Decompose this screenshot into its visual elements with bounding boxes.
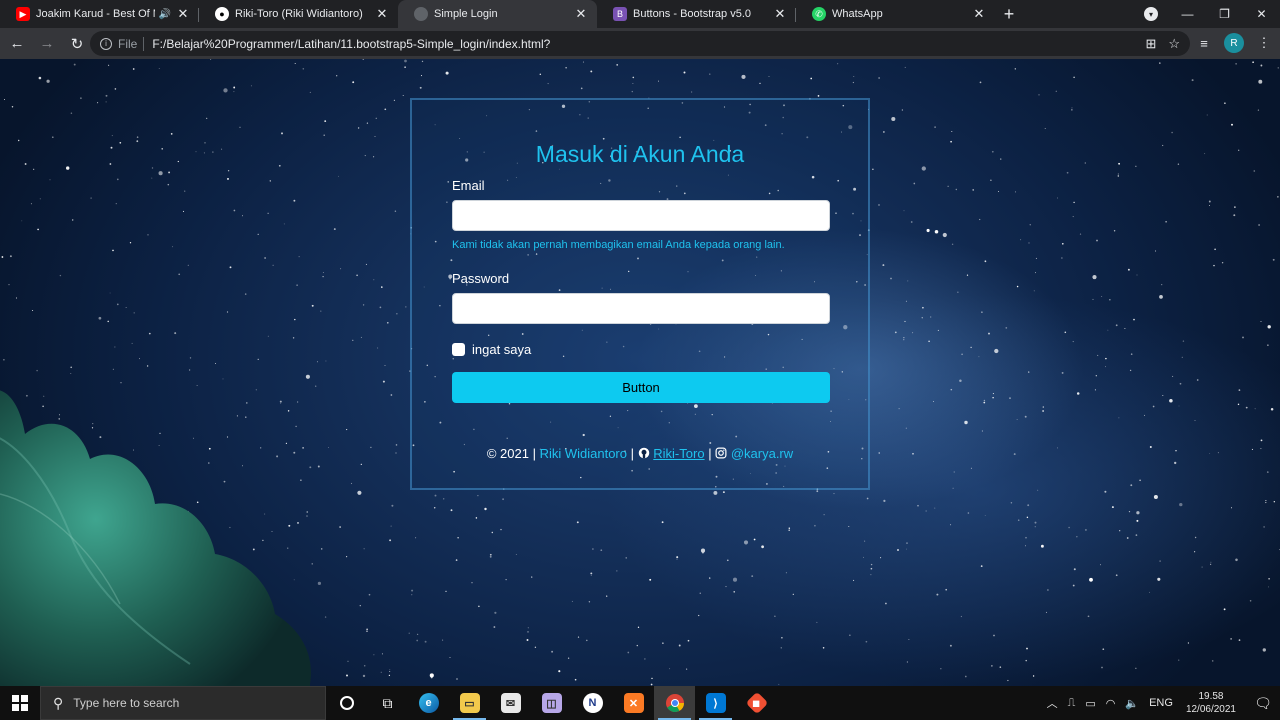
browser-tabstrip: ▶ Joakim Karud - Best Of Mix - 🔊 ✕ ● Rik… — [0, 0, 1280, 28]
app-icon[interactable]: N — [572, 686, 613, 720]
close-icon[interactable]: ✕ — [573, 6, 589, 22]
instagram-icon — [715, 447, 727, 459]
usb-icon[interactable]: ⎍ — [1068, 697, 1076, 710]
file-explorer-icon[interactable]: ▭ — [449, 686, 490, 720]
wifi-icon[interactable]: ◠ — [1106, 697, 1116, 710]
youtube-icon: ▶ — [16, 7, 30, 21]
close-icon[interactable]: ✕ — [772, 6, 788, 22]
new-tab-button[interactable]: + — [995, 0, 1023, 28]
tab-title: Simple Login — [434, 8, 498, 20]
chrome-icon[interactable] — [654, 686, 695, 720]
cortana-icon[interactable] — [326, 686, 367, 720]
browser-toolbar: ← → ↻ i File F:/Belajar%20Programmer/Lat… — [0, 28, 1280, 59]
start-button[interactable] — [0, 686, 40, 720]
password-label: Password — [452, 271, 510, 286]
media-control-icon[interactable]: ≡ — [1196, 36, 1212, 51]
page-title: Masuk di Akun Anda — [535, 141, 745, 167]
search-icon: ⚲ — [53, 694, 64, 711]
audio-icon[interactable]: 🔊 — [159, 9, 171, 20]
bookmark-star-icon[interactable]: ☆ — [1168, 36, 1180, 52]
mail-icon[interactable]: ✉ — [490, 686, 531, 720]
author-link[interactable]: Riki Widiantoro — [540, 446, 627, 461]
minimize-icon[interactable]: — — [1169, 0, 1206, 28]
git-icon[interactable]: ◆ — [736, 686, 777, 720]
tab-title: WhatsApp — [832, 8, 883, 20]
language-indicator[interactable]: ENG — [1149, 697, 1173, 709]
remember-checkbox[interactable] — [452, 343, 465, 356]
remember-label[interactable]: ingat saya — [472, 342, 531, 357]
tab-simple-login[interactable]: Simple Login ✕ — [398, 0, 597, 28]
vscode-icon[interactable]: ⟩ — [695, 686, 736, 720]
whatsapp-icon: ✆ — [812, 7, 826, 21]
bootstrap-icon: B — [613, 7, 627, 21]
github-icon: ● — [215, 7, 229, 21]
notification-icon[interactable]: 🗨 — [1246, 686, 1280, 720]
page-viewport: Masuk di Akun Anda Email Kami tidak akan… — [0, 59, 1280, 686]
globe-icon — [414, 7, 428, 21]
login-card: Masuk di Akun Anda Email Kami tidak akan… — [410, 98, 870, 490]
window-controls: — ❐ ✕ — [1169, 0, 1280, 28]
clock-time: 19.58 — [1198, 691, 1224, 702]
edge-icon[interactable]: e — [408, 686, 449, 720]
divider — [143, 36, 145, 51]
footer: © 2021 | Riki Widiantoro | Riki-Toro | @… — [412, 446, 868, 461]
forward-icon[interactable]: → — [34, 31, 60, 57]
tab-title: Riki-Toro (Riki Widiantoro) — [235, 8, 363, 20]
xampp-icon[interactable]: ✕ — [613, 686, 654, 720]
close-window-icon[interactable]: ✕ — [1243, 0, 1280, 28]
info-icon[interactable]: i — [100, 37, 112, 50]
tab-title: Joakim Karud - Best Of Mix - — [36, 8, 155, 20]
search-placeholder: Type here to search — [73, 696, 180, 710]
tab-youtube[interactable]: ▶ Joakim Karud - Best Of Mix - 🔊 ✕ — [0, 0, 199, 28]
github-link[interactable]: Riki-Toro — [653, 446, 704, 461]
url-text[interactable]: F:/Belajar%20Programmer/Latihan/11.boots… — [152, 37, 550, 51]
maximize-icon[interactable]: ❐ — [1206, 0, 1243, 28]
email-field[interactable] — [452, 200, 830, 231]
scheme-label: File — [118, 36, 138, 51]
email-label: Email — [452, 178, 485, 193]
windows-icon — [12, 695, 28, 711]
translate-icon[interactable]: ⊞ — [1145, 36, 1156, 52]
address-bar[interactable]: i File F:/Belajar%20Programmer/Latihan/1… — [90, 31, 1190, 56]
password-field[interactable] — [452, 293, 830, 324]
reload-icon[interactable]: ↻ — [64, 31, 90, 57]
footer-separator: | — [630, 446, 635, 461]
close-icon[interactable]: ✕ — [175, 6, 191, 22]
avatar[interactable]: R — [1224, 33, 1244, 53]
photos-icon[interactable]: ◫ — [531, 686, 572, 720]
battery-icon[interactable]: ▭ — [1085, 697, 1095, 710]
volume-icon[interactable]: 🔈 — [1125, 697, 1139, 710]
clock-date: 12/06/2021 — [1185, 704, 1236, 715]
windows-taskbar: ⚲ Type here to search ⧉ e ▭ ✉ ◫ N ✕ ⟩ ◆ … — [0, 686, 1280, 720]
task-view-icon[interactable]: ⧉ — [367, 686, 408, 720]
toolbar-right: ≡ R ⋮ — [1196, 33, 1272, 53]
footer-separator: | — [708, 446, 712, 461]
github-icon — [638, 447, 649, 459]
tab-title: Buttons - Bootstrap v5.0 — [633, 8, 752, 20]
submit-button[interactable]: Button — [452, 372, 830, 403]
tab-bootstrap[interactable]: B Buttons - Bootstrap v5.0 ✕ — [597, 0, 796, 28]
close-icon[interactable]: ✕ — [374, 6, 390, 22]
copyright-text: © 2021 | — [486, 446, 536, 461]
tab-whatsapp[interactable]: ✆ WhatsApp ✕ — [796, 0, 995, 28]
back-icon[interactable]: ← — [4, 31, 30, 57]
email-help-text: Kami tidak akan pernah membagikan email … — [452, 239, 785, 251]
chevron-up-icon[interactable]: ︿ — [1047, 695, 1058, 711]
tab-github[interactable]: ● Riki-Toro (Riki Widiantoro) ✕ — [199, 0, 398, 28]
close-icon[interactable]: ✕ — [971, 6, 987, 22]
omnibox-actions: ⊞ ☆ — [1145, 36, 1180, 52]
system-tray: ︿ ⎍ ▭ ◠ 🔈 ENG 19.58 12/06/2021 🗨 — [1042, 686, 1280, 720]
tab-search-icon[interactable]: ▾ — [1144, 7, 1158, 21]
taskbar-search-input[interactable]: ⚲ Type here to search — [40, 686, 326, 720]
menu-icon[interactable]: ⋮ — [1256, 35, 1272, 51]
tree-silhouette — [0, 390, 311, 686]
chrome-logo — [665, 694, 684, 713]
instagram-link[interactable]: @karya.rw — [731, 446, 793, 461]
clock[interactable]: 19.58 12/06/2021 — [1186, 690, 1236, 716]
